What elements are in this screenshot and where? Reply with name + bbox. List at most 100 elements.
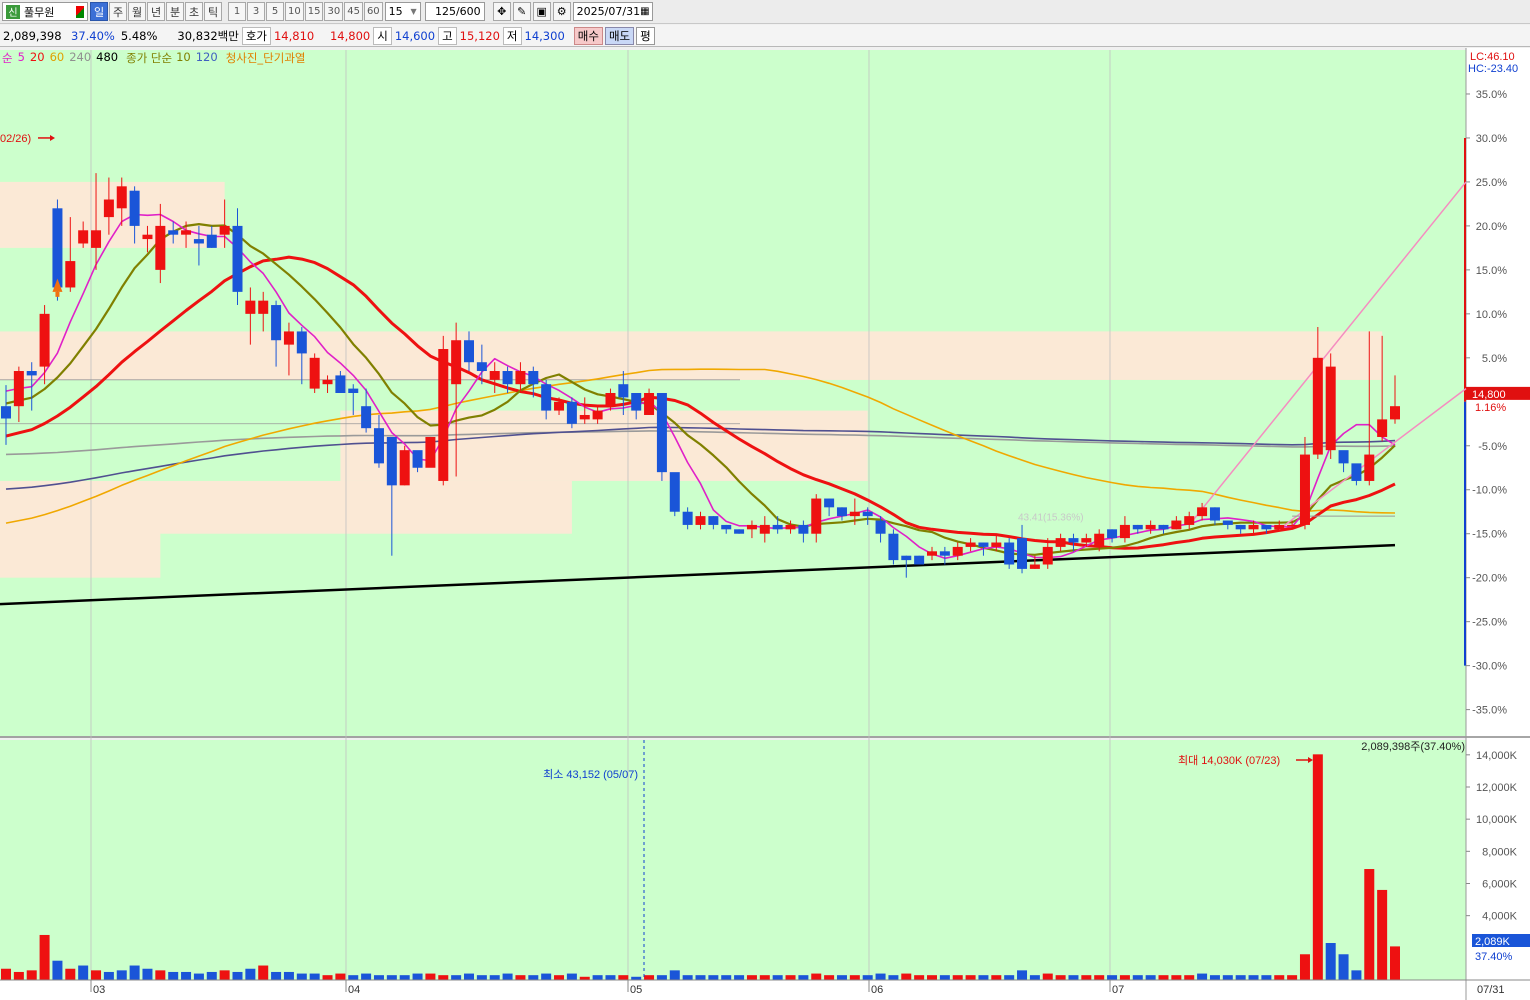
candle-body bbox=[978, 542, 989, 547]
ask-price-1: 14,810 bbox=[273, 28, 315, 43]
candle-body bbox=[836, 507, 847, 517]
period-tab[interactable]: 틱 bbox=[204, 2, 222, 21]
stock-selector[interactable]: 신 풀무원 bbox=[2, 2, 88, 21]
interval-button[interactable]: 45 bbox=[344, 2, 363, 21]
y-tick-label: 20.0% bbox=[1476, 221, 1507, 233]
candle-body bbox=[631, 393, 642, 411]
candle-body bbox=[888, 533, 899, 561]
resistance-zone bbox=[0, 524, 161, 578]
candle-body bbox=[425, 436, 436, 468]
candle-body bbox=[695, 516, 706, 525]
candle-body bbox=[682, 511, 693, 525]
candle-body bbox=[206, 234, 217, 248]
volume-bar bbox=[798, 975, 809, 980]
ma-label: 순 bbox=[2, 51, 13, 65]
candle-body bbox=[566, 401, 577, 424]
interval-button[interactable]: 3 bbox=[247, 2, 265, 21]
candle-body bbox=[785, 524, 796, 530]
period-tab[interactable]: 년 bbox=[147, 2, 165, 21]
volume-bar bbox=[1197, 973, 1208, 980]
ask-label: 호가 bbox=[241, 26, 271, 45]
candle-body bbox=[245, 300, 256, 314]
candle-body bbox=[361, 406, 372, 429]
volume-bar bbox=[554, 975, 565, 980]
period-tab[interactable]: 초 bbox=[185, 2, 203, 21]
volume-bar bbox=[103, 971, 114, 980]
volume-ma-periods: 10 120 bbox=[176, 50, 218, 66]
period-tab[interactable]: 일 bbox=[90, 2, 108, 21]
volume-bar bbox=[155, 970, 166, 980]
volume-bar bbox=[759, 975, 770, 980]
candle-body bbox=[1055, 538, 1066, 547]
period-tab[interactable]: 주 bbox=[109, 2, 127, 21]
draw-tool-icon[interactable]: ✎ bbox=[512, 2, 531, 21]
candle-body bbox=[554, 401, 565, 411]
candle-body bbox=[1197, 507, 1208, 517]
interval-button[interactable]: 10 bbox=[285, 2, 304, 21]
candle-body bbox=[1235, 524, 1246, 530]
volume-bar bbox=[914, 975, 925, 980]
candle-body bbox=[1029, 564, 1040, 569]
candle-body bbox=[502, 371, 513, 385]
volume-bar bbox=[644, 975, 655, 980]
period-tab[interactable]: 분 bbox=[166, 2, 184, 21]
volume-bar bbox=[618, 975, 629, 980]
candle-body bbox=[1145, 524, 1156, 530]
price-panel-bg bbox=[0, 50, 1466, 736]
y-tick-label: -30.0% bbox=[1472, 661, 1507, 673]
buy-button[interactable]: 매수 bbox=[573, 26, 603, 45]
x-tick-label: 03 bbox=[93, 984, 105, 996]
volume-bar bbox=[1377, 889, 1388, 980]
lc-label: LC:46.10 bbox=[1470, 51, 1515, 63]
interval-button[interactable]: 60 bbox=[363, 2, 383, 21]
candle-body bbox=[605, 393, 616, 407]
y-tick-label: 15.0% bbox=[1476, 265, 1507, 277]
volume-bar bbox=[1325, 943, 1336, 980]
candle-body bbox=[476, 362, 487, 372]
candle-body bbox=[335, 375, 346, 393]
volume-bar bbox=[939, 975, 950, 980]
candle-body bbox=[78, 230, 89, 244]
interval-button[interactable]: 1 bbox=[228, 2, 246, 21]
volume-bar bbox=[965, 975, 976, 980]
volume-bar bbox=[875, 973, 886, 980]
candle-body bbox=[26, 371, 37, 376]
volume-min-label: 최소 43,152 (05/07) bbox=[543, 768, 638, 781]
volume-bar bbox=[721, 975, 732, 980]
price-chart[interactable]: 35.0% 30.0% 25.0% 20.0% 15.0% 10.0% 5.0% -5.0% -… bbox=[0, 48, 1530, 1000]
candle-body bbox=[464, 340, 474, 363]
sell-button[interactable]: 매도 bbox=[604, 26, 635, 45]
volume-bar bbox=[952, 975, 963, 980]
candle-body bbox=[939, 551, 950, 556]
candle-body bbox=[991, 542, 1002, 547]
candle-body bbox=[1171, 520, 1182, 530]
amount: 30,832백만 bbox=[177, 28, 239, 43]
interval-button[interactable]: 30 bbox=[324, 2, 344, 21]
volume-bar bbox=[1312, 754, 1323, 980]
volume-y-label: 12,000K bbox=[1476, 782, 1518, 794]
interval-button[interactable]: 15 bbox=[304, 2, 324, 21]
volume-bar bbox=[669, 970, 680, 980]
y-tick-label: 5.0% bbox=[1482, 353, 1507, 365]
average-button[interactable]: 평 bbox=[636, 26, 655, 45]
x-tick-label: 04 bbox=[348, 984, 360, 996]
volume-bar bbox=[129, 965, 140, 980]
calendar-icon[interactable]: ▦ bbox=[640, 6, 649, 17]
save-icon[interactable]: ▣ bbox=[532, 2, 551, 21]
candle-body bbox=[1081, 538, 1092, 543]
y-tick-label: -25.0% bbox=[1472, 617, 1507, 629]
volume-bar bbox=[566, 973, 577, 980]
crosshair-icon[interactable]: ✥ bbox=[492, 2, 511, 21]
gear-icon[interactable]: ⚙ bbox=[552, 2, 571, 21]
interval-select[interactable]: 15 ▼ bbox=[384, 2, 421, 21]
candle-body bbox=[656, 393, 667, 473]
volume-bar bbox=[849, 975, 860, 980]
date-field[interactable]: 2025/07/31 ▦ bbox=[572, 2, 653, 21]
volume-bar bbox=[824, 975, 835, 980]
period-tab[interactable]: 월 bbox=[128, 2, 146, 21]
interval-button[interactable]: 5 bbox=[266, 2, 284, 21]
count-field[interactable]: 125 /600 bbox=[424, 2, 485, 21]
candle-body bbox=[193, 239, 204, 244]
count-total: /600 bbox=[455, 5, 481, 18]
open-price: 14,600 bbox=[394, 28, 436, 43]
